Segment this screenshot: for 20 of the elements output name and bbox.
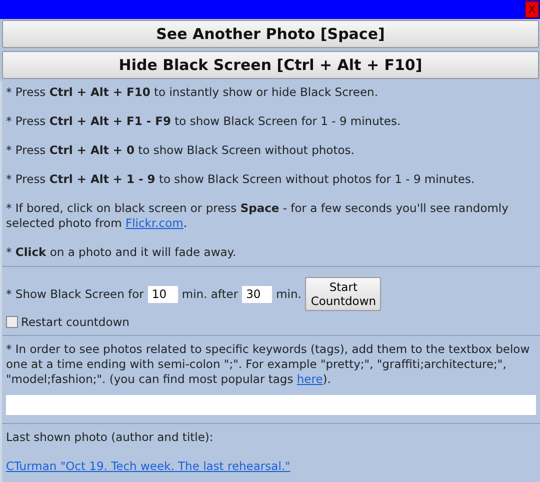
hint-text: * Press Ctrl + Alt + F10 to instantly show or hide Black Screen. xyxy=(6,85,379,100)
hint-text: * Press Ctrl + Alt + F1 - F9 to show Black Screen for 1 - 9 minutes. xyxy=(6,114,402,129)
timer-label: min. after xyxy=(182,287,238,301)
action-button[interactable]: Hide Black Screen [Ctrl + Alt + F10] xyxy=(2,51,539,79)
hint-text: * If bored, click on black screen or press Space - for a few seconds you'll see randomly selected photo from Flickr.com. xyxy=(6,201,510,231)
hint-text: *Click on a photo and it will fade away. xyxy=(6,245,238,260)
minutes-field[interactable]: 10 xyxy=(148,286,178,302)
checkbox[interactable] xyxy=(6,316,18,328)
tags-field[interactable] xyxy=(6,395,536,415)
hint-text: * Press Ctrl + Alt + 1 - 9 to show Black Screen without photos for 1 - 9 minutes. xyxy=(6,172,476,187)
checkbox-label[interactable]: Restart countdown xyxy=(21,315,130,329)
timer-label: * Show Black Screen for xyxy=(6,287,144,301)
action-button[interactable]: See Another Photo [Space] xyxy=(2,20,539,48)
last-photo-label: Last shown photo (author and title): xyxy=(6,430,214,445)
start-countdown-button[interactable]: Start Countdown xyxy=(305,277,382,311)
tags-hint-text: * In order to see photos related to specific keywords (tags), add them to the textbox below one at a time ending with semi-colon ";". For example "pretty;", "graffiti;architecture;", "model;fashion;". (you can find most popular tags here). xyxy=(6,342,531,387)
unit-label: min. xyxy=(276,287,302,301)
minutes-field[interactable]: 30 xyxy=(242,286,272,302)
close-button[interactable]: X xyxy=(525,1,539,18)
hint-text: * Press Ctrl + Alt + 0 to show Black Screen without photos. xyxy=(6,143,356,158)
